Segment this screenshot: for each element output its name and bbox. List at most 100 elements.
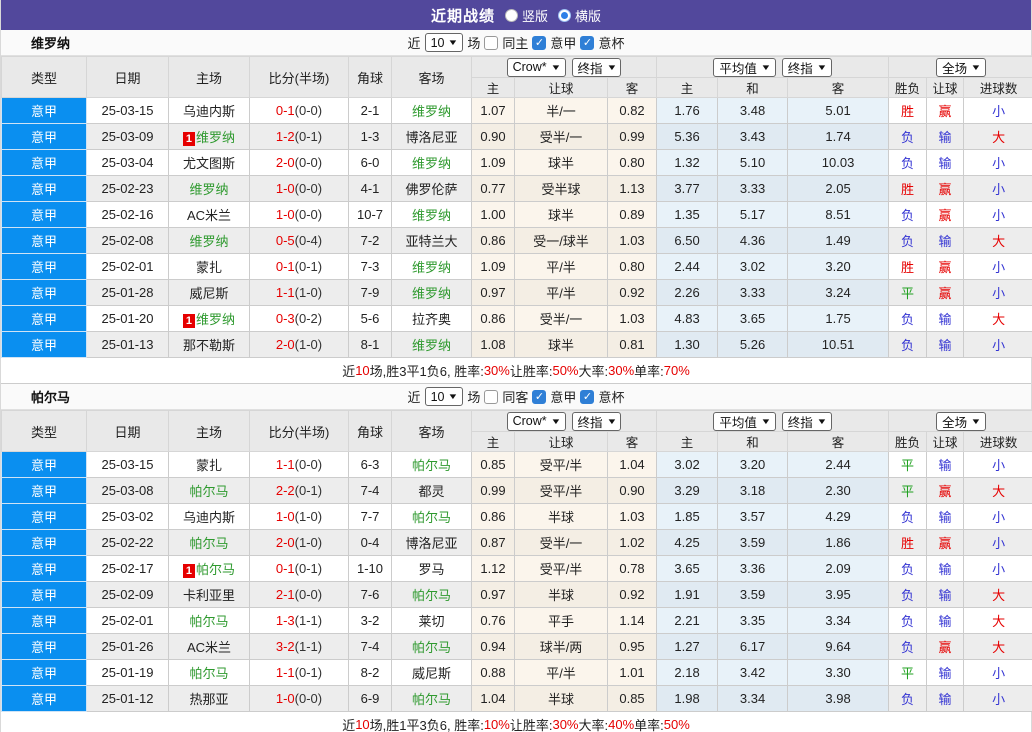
same-venue-checkbox[interactable]: ✓ <box>484 389 499 404</box>
result-cell: 平 <box>888 477 928 504</box>
avg-draw-cell: 3.33 <box>717 279 789 306</box>
col-avg-draw: 和 <box>717 431 789 452</box>
avg-home-cell: 2.44 <box>656 253 719 280</box>
table-row: 意甲 25-01-26 AC米兰 3-2(1-1) 7-4 帕尔马 0.94 球… <box>1 633 1032 660</box>
home-team-cell: 维罗纳 <box>168 227 250 254</box>
home-team-name: 蒙扎 <box>195 260 222 275</box>
league-checkbox[interactable]: ✓ <box>532 35 547 50</box>
goals-result-cell: 小 <box>963 279 1032 306</box>
score-cell: 1-2(0-1) <box>249 123 349 150</box>
layout-option-horizontal[interactable]: 横版 <box>558 6 601 25</box>
radio-horizontal-icon[interactable] <box>558 8 571 22</box>
team-section: 帕尔马 近 10 ▼ 场 ✓ 同客 ✓ 意甲 ✓ 意杯 类型 日期 主场 比分(半… <box>1 384 1032 732</box>
corner-cell: 7-4 <box>348 633 392 660</box>
avg-home-cell: 4.83 <box>656 305 719 332</box>
col-avg-guest: 客 <box>787 431 890 452</box>
summary-stat-value: 10% <box>483 717 510 732</box>
home-team-name: 蒙扎 <box>195 458 222 473</box>
bookmaker-select[interactable]: Crow* ▼ <box>506 57 566 77</box>
fulltime-score: 1-1 <box>275 457 295 472</box>
halftime-score: (1-0) <box>294 535 323 550</box>
away-team-name: 维罗纳 <box>411 156 451 171</box>
handicap-line-cell: 球半 <box>514 331 608 358</box>
same-venue-checkbox[interactable]: ✓ <box>484 35 499 50</box>
score-cell: 0-1(0-1) <box>249 555 349 582</box>
bookmaker-select[interactable]: Crow* ▼ <box>506 411 566 431</box>
goals-result-cell: 小 <box>963 97 1032 124</box>
avg-away-cell: 1.86 <box>787 529 890 556</box>
summary-line: 近 10 场,胜1平3负6, 胜率: 10% 让胜率: 30% 大率: 40% 单率: 50… <box>1 712 1031 732</box>
league-cell: 意甲 <box>1 529 87 556</box>
handicap-result-cell: 输 <box>926 503 965 530</box>
handicap-line-cell: 半球 <box>514 503 608 530</box>
fullmatch-select[interactable]: 全场 ▼ <box>936 411 987 431</box>
corner-cell: 8-2 <box>348 659 392 686</box>
match-count-select[interactable]: 10 ▼ <box>424 33 464 52</box>
score-cell: 1-3(1-1) <box>249 607 349 634</box>
league-checkbox[interactable]: ✓ <box>532 389 547 404</box>
home-odds-cell: 0.99 <box>471 477 515 504</box>
handicap-line-cell: 球半/两 <box>514 633 608 660</box>
col-guest-odds: 客 <box>606 77 658 98</box>
home-odds-cell: 1.04 <box>471 685 515 712</box>
halftime-score: (0-1) <box>294 561 323 576</box>
goals-result-cell: 小 <box>963 201 1032 228</box>
final-odds-select[interactable]: 终指 ▼ <box>571 57 622 77</box>
layout-option-vertical[interactable]: 竖版 <box>504 6 548 25</box>
table-row: 意甲 25-03-02 乌迪内斯 1-0(1-0) 7-7 帕尔马 0.86 半… <box>1 503 1032 530</box>
home-team-name: 尤文图斯 <box>182 156 235 171</box>
home-odds-cell: 0.87 <box>471 529 515 556</box>
home-team-name: 维罗纳 <box>196 312 236 327</box>
table-row: 意甲 25-02-08 维罗纳 0-5(0-4) 7-2 亚特兰大 0.86 受… <box>1 227 1032 254</box>
corner-cell: 7-7 <box>348 503 392 530</box>
away-team-name: 拉齐奥 <box>411 312 451 327</box>
final-odds-select[interactable]: 终指 ▼ <box>781 57 832 77</box>
avg-draw-cell: 4.36 <box>717 227 789 254</box>
away-odds-cell: 1.01 <box>606 659 658 686</box>
halftime-score: (0-1) <box>294 483 323 498</box>
away-odds-cell: 0.80 <box>606 149 658 176</box>
away-team-cell: 帕尔马 <box>391 503 472 530</box>
average-select[interactable]: 平均值 ▼ <box>713 57 776 77</box>
date-cell: 25-02-01 <box>86 253 169 280</box>
avg-home-cell: 6.50 <box>656 227 719 254</box>
date-cell: 25-02-22 <box>86 529 169 556</box>
avg-home-cell: 1.91 <box>656 581 719 608</box>
final-odds-select[interactable]: 终指 ▼ <box>571 411 622 431</box>
away-odds-cell: 1.14 <box>606 607 658 634</box>
table-row: 意甲 25-02-01 蒙扎 0-1(0-1) 7-3 维罗纳 1.09 平/半… <box>1 253 1032 280</box>
col-avg-host: 主 <box>656 77 719 98</box>
avg-draw-cell: 3.57 <box>717 503 789 530</box>
summary-text: 近 <box>342 364 356 379</box>
col-away: 客场 <box>391 410 472 452</box>
league-cell: 意甲 <box>1 227 87 254</box>
average-select[interactable]: 平均值 ▼ <box>713 411 776 431</box>
cup-checkbox[interactable]: ✓ <box>580 389 595 404</box>
home-team-name: 维罗纳 <box>189 182 229 197</box>
handicap-result-cell: 输 <box>926 555 965 582</box>
fullmatch-select[interactable]: 全场 ▼ <box>936 57 987 77</box>
games-label: 场 <box>467 36 481 51</box>
cup-checkbox[interactable]: ✓ <box>580 35 595 50</box>
topbar: 近期战绩 竖版 横版 <box>1 0 1031 30</box>
fulltime-score: 1-3 <box>275 613 295 628</box>
home-team-name: 维罗纳 <box>189 234 229 249</box>
avg-draw-cell: 3.33 <box>717 175 789 202</box>
fulltime-score: 0-1 <box>275 259 295 274</box>
result-cell: 胜 <box>888 253 928 280</box>
radio-vertical-icon[interactable] <box>504 8 518 22</box>
away-team-name: 帕尔马 <box>411 692 451 707</box>
away-team-name: 帕尔马 <box>411 458 451 473</box>
final-odds-select[interactable]: 终指 ▼ <box>781 411 832 431</box>
home-team-name: 帕尔马 <box>189 666 229 681</box>
col-type: 类型 <box>1 56 87 98</box>
away-odds-cell: 1.03 <box>606 227 658 254</box>
home-team-name: AC米兰 <box>186 640 232 655</box>
summary-stat-value: 10 <box>355 717 370 732</box>
handicap-line-cell: 球半 <box>514 149 608 176</box>
result-cell: 负 <box>888 581 928 608</box>
match-count-select[interactable]: 10 ▼ <box>424 387 464 406</box>
fulltime-score: 2-2 <box>275 483 295 498</box>
avg-away-cell: 2.44 <box>787 451 890 478</box>
fulltime-score: 1-0 <box>275 691 295 706</box>
